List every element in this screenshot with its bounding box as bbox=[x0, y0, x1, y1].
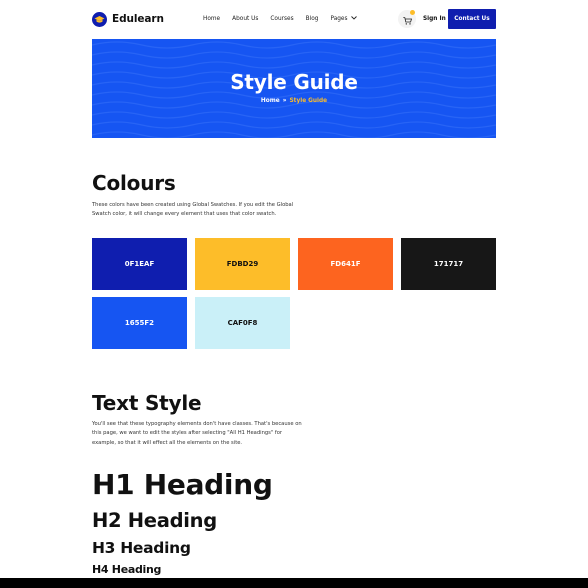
breadcrumb-current: Style Guide bbox=[289, 98, 328, 104]
cart-button[interactable] bbox=[398, 10, 416, 28]
h1-heading-sample: H1 Heading bbox=[92, 468, 273, 501]
nav-home[interactable]: Home bbox=[203, 16, 220, 22]
contact-us-button[interactable]: Contact Us bbox=[448, 9, 496, 29]
page-title: Style Guide bbox=[230, 70, 358, 94]
text-style-description: You'll see that these typography element… bbox=[92, 421, 302, 446]
sign-in-link[interactable]: Sign In bbox=[423, 8, 446, 30]
breadcrumb-separator: » bbox=[282, 98, 287, 104]
chevron-down-icon bbox=[350, 16, 357, 22]
nav-pages[interactable]: Pages bbox=[330, 16, 357, 22]
color-swatch-0f1eaf: 0F1EAF bbox=[92, 238, 187, 290]
nav-blog[interactable]: Blog bbox=[306, 16, 319, 22]
color-swatch-171717: 171717 bbox=[401, 238, 496, 290]
site-header: Edulearn Home About Us Courses Blog Page… bbox=[92, 8, 496, 30]
nav-courses[interactable]: Courses bbox=[270, 16, 293, 22]
graduation-cap-icon bbox=[92, 11, 107, 27]
h2-heading-sample: H2 Heading bbox=[92, 509, 217, 532]
nav-about-us[interactable]: About Us bbox=[232, 16, 258, 22]
h4-heading-sample: H4 Heading bbox=[92, 563, 162, 576]
bottom-bar bbox=[0, 578, 588, 588]
main-nav: Home About Us Courses Blog Pages bbox=[203, 8, 369, 30]
logo-text: Edulearn bbox=[112, 13, 164, 25]
hero-banner: Style Guide Home » Style Guide bbox=[92, 39, 496, 138]
color-swatch-1655f2: 1655F2 bbox=[92, 297, 187, 349]
colours-description: These colors have been created using Glo… bbox=[92, 202, 294, 218]
logo[interactable]: Edulearn bbox=[92, 11, 164, 27]
colours-heading: Colours bbox=[92, 171, 176, 195]
breadcrumb-home-link[interactable]: Home bbox=[261, 98, 280, 104]
color-swatch-caf0f8: CAF0F8 bbox=[195, 297, 290, 349]
color-swatch-fdbd29: FDBD29 bbox=[195, 238, 290, 290]
nav-pages-label: Pages bbox=[330, 16, 348, 22]
text-style-heading: Text Style bbox=[92, 391, 202, 415]
h3-heading-sample: H3 Heading bbox=[92, 539, 191, 557]
cart-badge bbox=[410, 10, 415, 15]
color-swatch-fd641f: FD641F bbox=[298, 238, 393, 290]
breadcrumb: Home » Style Guide bbox=[92, 98, 496, 104]
